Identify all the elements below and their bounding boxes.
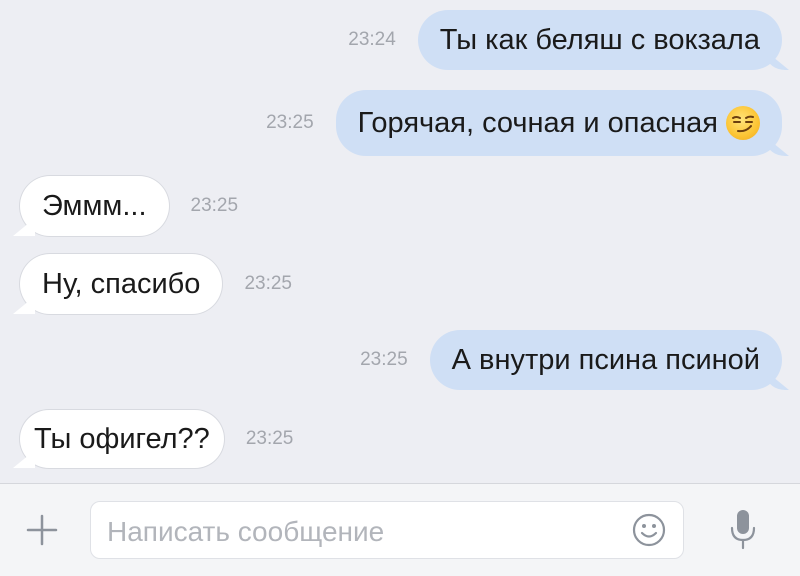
message-time: 23:25 [190, 195, 239, 216]
message-row-incoming: Ну, спасибо 23:25 [20, 254, 292, 314]
message-bubble-outgoing[interactable]: Ты как беляш с вокзала [417, 10, 782, 70]
message-text: Ну, спасибо [42, 267, 201, 300]
message-bubble-outgoing[interactable]: А внутри псина псиной [429, 330, 782, 390]
message-bubble-incoming[interactable]: Эммм... [20, 176, 169, 236]
message-time: 23:25 [266, 112, 314, 133]
plus-icon[interactable] [24, 512, 60, 548]
message-composer: Написать сообщение [0, 483, 800, 576]
message-row-incoming: Эммм... 23:25 [20, 176, 238, 236]
message-input[interactable]: Написать сообщение [90, 501, 684, 559]
message-time: 23:25 [245, 428, 294, 449]
message-text: Ты как беляш с вокзала [439, 23, 760, 56]
message-text: Ты офигел?? [34, 422, 210, 455]
message-bubble-outgoing[interactable]: Горячая, сочная и опасная [335, 90, 782, 156]
message-bubble-incoming[interactable]: Ну, спасибо [20, 254, 223, 314]
message-text: Эммм... [42, 189, 147, 222]
message-time: 23:25 [360, 349, 408, 370]
message-time: 23:24 [348, 29, 396, 50]
message-row-outgoing: 23:24 Ты как беляш с вокзала [348, 10, 782, 70]
message-list[interactable]: 23:24 Ты как беляш с вокзала 23:25 Горяч… [0, 0, 800, 483]
smirk-emoji-icon [726, 106, 760, 140]
message-bubble-incoming[interactable]: Ты офигел?? [20, 410, 224, 468]
message-text: Горячая, сочная и опасная [357, 106, 718, 139]
message-row-outgoing: 23:25 Горячая, сочная и опасная [266, 90, 782, 156]
message-row-outgoing: 23:25 А внутри псина псиной [360, 330, 782, 390]
message-row-incoming: Ты офигел?? 23:25 [20, 410, 293, 468]
message-text: А внутри псина псиной [451, 343, 760, 376]
message-time: 23:25 [244, 273, 292, 294]
smile-icon[interactable] [631, 512, 667, 548]
microphone-icon[interactable] [728, 506, 758, 554]
message-input-placeholder: Написать сообщение [107, 516, 385, 547]
